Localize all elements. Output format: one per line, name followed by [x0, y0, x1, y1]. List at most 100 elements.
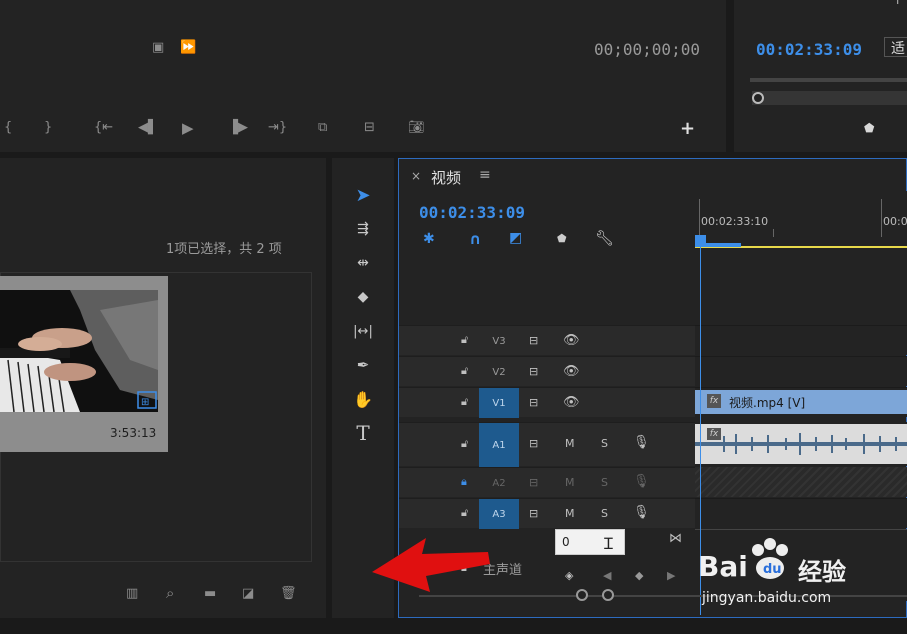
- eye-icon[interactable]: 👁︎: [563, 395, 580, 410]
- mark-out-icon[interactable]: }: [44, 120, 52, 135]
- clip-thumbnail-tile[interactable]: ⊞ 3:53:13: [0, 276, 168, 452]
- fx-badge: fx: [707, 394, 721, 408]
- track-name-v3[interactable]: V3: [479, 326, 519, 356]
- track-name-a2[interactable]: A2: [479, 468, 519, 498]
- zoom-handle-left[interactable]: [576, 589, 588, 601]
- source-monitor-panel: ▣ ⏩ 00;00;00;00 { } {⇤ ◀▌ ▶ ▐▶ ⇥} ⧉ ⊟ 📷︎…: [0, 0, 726, 152]
- v1-track-area[interactable]: fx 视频.mp4 [V]: [695, 387, 907, 417]
- solo-button[interactable]: S: [601, 437, 608, 450]
- camera-icon[interactable]: 📷︎: [408, 120, 425, 135]
- source-timecode[interactable]: 00;00;00;00: [594, 40, 700, 59]
- sync-lock-icon[interactable]: ⊟: [529, 437, 538, 450]
- sync-lock-icon[interactable]: ⊟: [529, 334, 538, 347]
- a3-track-area[interactable]: [695, 498, 907, 528]
- search-icon[interactable]: ⌕: [166, 584, 174, 602]
- lock-icon[interactable]: 🔓︎: [461, 333, 473, 347]
- sync-lock-icon[interactable]: ⊟: [529, 476, 538, 489]
- overwrite-icon[interactable]: ⊟: [364, 120, 375, 135]
- go-to-out-icon[interactable]: ⇥}: [268, 120, 287, 135]
- prev-keyframe-icon[interactable]: ◀: [603, 569, 611, 582]
- a1-track-area[interactable]: fx: [695, 422, 907, 466]
- mute-button[interactable]: M: [565, 437, 575, 450]
- master-volume-value: 0: [562, 535, 570, 549]
- marker-icon[interactable]: ⬟: [864, 121, 874, 135]
- v2-track-area[interactable]: [695, 356, 907, 386]
- solo-button[interactable]: S: [601, 476, 608, 489]
- play-icon[interactable]: ▶: [182, 119, 194, 137]
- selection-tool-icon[interactable]: ➤: [348, 182, 378, 208]
- solo-button[interactable]: S: [601, 507, 608, 520]
- sync-lock-icon[interactable]: ⊟: [529, 396, 538, 409]
- track-name-v1[interactable]: V1: [479, 388, 519, 418]
- lock-icon[interactable]: 🔓︎: [461, 364, 473, 378]
- slip-tool-icon[interactable]: |↔|: [348, 318, 378, 344]
- step-back-icon[interactable]: ◀▌: [138, 120, 158, 135]
- project-panel: 1项已选择，共 2 项 ⊞ 3:53:13 ▥ ⌕ ▬ ◪ 🗑︎: [0, 158, 326, 618]
- microphone-icon[interactable]: 🎙︎: [633, 435, 650, 450]
- track-row-a3: 🔓︎ A3 ⊟ M S 🎙︎: [399, 498, 695, 529]
- hand-tool-icon[interactable]: ✋: [348, 386, 378, 412]
- razor-tool-icon[interactable]: ◆: [348, 284, 378, 310]
- track-name-a1[interactable]: A1: [479, 423, 519, 467]
- add-marker-icon[interactable]: ⬟: [557, 232, 567, 245]
- program-monitor-panel: f 00:02:33:09 适 ⬟: [734, 0, 907, 152]
- lock-icon[interactable]: 🔓︎: [461, 506, 473, 520]
- master-volume-input[interactable]: 0 Ɪ: [555, 529, 625, 555]
- eye-icon[interactable]: 👁︎: [563, 364, 580, 379]
- svg-text:⊞: ⊞: [141, 397, 149, 408]
- wrench-icon[interactable]: 🔧︎: [595, 229, 614, 247]
- a2-track-area-locked[interactable]: [695, 467, 907, 497]
- new-bin-icon[interactable]: ▬: [204, 586, 216, 601]
- pen-tool-icon[interactable]: ✒: [348, 352, 378, 378]
- v3-track-area[interactable]: [695, 325, 907, 355]
- fit-dropdown[interactable]: 适: [884, 37, 907, 57]
- time-ruler[interactable]: 00:02:33:10 00:0: [695, 191, 907, 251]
- clip-icon[interactable]: ▣: [152, 40, 164, 55]
- mark-in-icon[interactable]: {: [4, 120, 12, 135]
- sequence-tab[interactable]: 视频: [431, 167, 461, 188]
- track-name-a3[interactable]: A3: [479, 499, 519, 529]
- new-item-icon[interactable]: ◪: [242, 586, 254, 601]
- fast-forward-icon[interactable]: ⏩: [180, 40, 196, 55]
- microphone-icon[interactable]: 🎙︎: [633, 505, 650, 520]
- lock-icon[interactable]: 🔓︎: [461, 437, 473, 451]
- ruler-label-1: 00:02:33:10: [701, 215, 769, 228]
- sync-lock-icon[interactable]: ⊟: [529, 507, 538, 520]
- go-to-in-icon[interactable]: {⇤: [94, 120, 113, 135]
- timeline-timecode[interactable]: 00:02:33:09: [419, 203, 525, 222]
- text-cursor-icon: Ɪ: [604, 534, 613, 553]
- trash-icon[interactable]: 🗑︎: [280, 586, 297, 601]
- next-keyframe-icon[interactable]: ▶: [667, 569, 675, 582]
- track-select-tool-icon[interactable]: ⇶: [348, 216, 378, 242]
- keyframe-icon[interactable]: ◆: [635, 569, 643, 582]
- zoom-handle-right[interactable]: [602, 589, 614, 601]
- type-tool-icon[interactable]: T: [348, 420, 378, 446]
- bowtie-icon[interactable]: ⋈: [669, 531, 682, 546]
- mute-button[interactable]: M: [565, 476, 575, 489]
- linked-selection-icon[interactable]: ◩: [509, 230, 522, 246]
- playhead-handle[interactable]: [695, 235, 706, 245]
- microphone-icon[interactable]: 🎙︎: [633, 474, 650, 489]
- eye-icon[interactable]: 👁︎: [563, 333, 580, 348]
- scrub-bar-track[interactable]: [750, 78, 907, 82]
- timeline-navigator[interactable]: [752, 91, 907, 105]
- lock-icon[interactable]: 🔓︎: [461, 395, 473, 409]
- nest-icon[interactable]: ✱: [423, 231, 435, 247]
- ripple-edit-tool-icon[interactable]: ⇹: [348, 250, 378, 276]
- snap-icon[interactable]: ∩: [469, 230, 481, 248]
- navigator-handle[interactable]: [752, 92, 764, 104]
- video-clip[interactable]: fx 视频.mp4 [V]: [695, 390, 907, 414]
- audio-clip[interactable]: fx: [695, 424, 907, 464]
- close-tab-icon[interactable]: ×: [411, 169, 421, 183]
- sync-lock-icon[interactable]: ⊟: [529, 365, 538, 378]
- mute-button[interactable]: M: [565, 507, 575, 520]
- track-name-v2[interactable]: V2: [479, 357, 519, 387]
- program-timecode[interactable]: 00:02:33:09: [756, 40, 862, 59]
- keyframe-add-icon[interactable]: ◈: [565, 569, 573, 582]
- panel-menu-icon[interactable]: ≡: [479, 167, 491, 183]
- step-forward-icon[interactable]: ▐▶: [228, 120, 248, 135]
- add-button-icon[interactable]: +: [680, 118, 695, 139]
- list-view-icon[interactable]: ▥: [126, 586, 138, 601]
- lock-icon-locked[interactable]: 🔒︎: [461, 475, 473, 489]
- insert-icon[interactable]: ⧉: [318, 120, 327, 135]
